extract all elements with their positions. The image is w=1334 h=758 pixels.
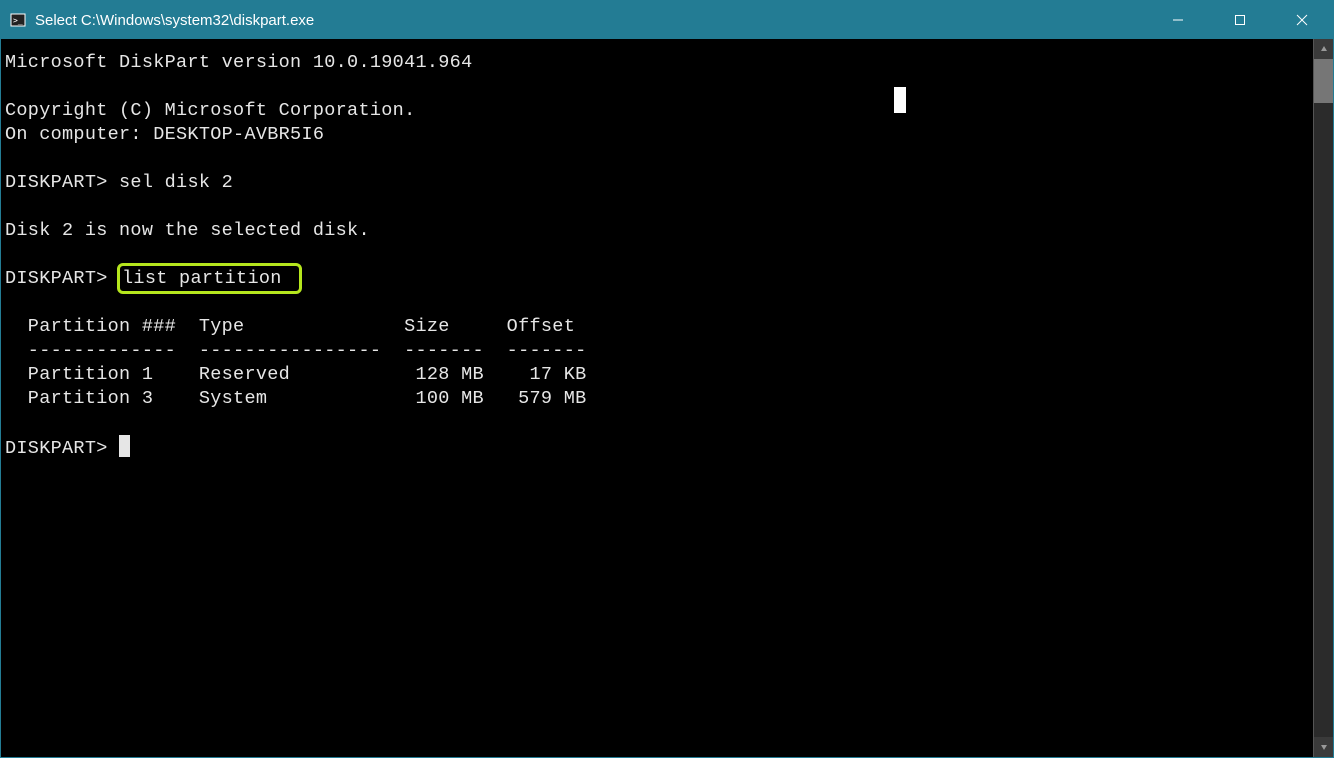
command-2: list partition (122, 268, 282, 289)
version-text: Microsoft DiskPart version 10.0.19041.96… (5, 52, 472, 73)
window-controls (1147, 1, 1333, 39)
console-window: >_ Select C:\Windows\system32\diskpart.e… (0, 0, 1334, 758)
svg-text:>_: >_ (13, 16, 23, 25)
scroll-track[interactable] (1314, 59, 1333, 737)
text-cursor (119, 435, 130, 457)
highlighted-command: list partition (117, 263, 302, 294)
result-1: Disk 2 is now the selected disk. (5, 220, 370, 241)
computer-text: On computer: DESKTOP-AVBR5I6 (5, 124, 324, 145)
prompt-text: DISKPART> (5, 268, 108, 289)
table-row: Partition 1 Reserved 128 MB 17 KB (5, 364, 587, 385)
titlebar[interactable]: >_ Select C:\Windows\system32\diskpart.e… (1, 1, 1333, 39)
table-row: Partition 3 System 100 MB 579 MB (5, 388, 587, 409)
app-icon: >_ (9, 11, 27, 29)
vertical-scrollbar[interactable] (1313, 39, 1333, 757)
prompt-text: DISKPART> (5, 172, 108, 193)
copyright-text: Copyright (C) Microsoft Corporation. (5, 100, 415, 121)
command-1: sel disk 2 (119, 172, 233, 193)
close-button[interactable] (1271, 1, 1333, 39)
scroll-thumb[interactable] (1314, 59, 1333, 103)
window-title: Select C:\Windows\system32\diskpart.exe (35, 12, 1147, 29)
maximize-button[interactable] (1209, 1, 1271, 39)
scroll-down-arrow[interactable] (1314, 737, 1333, 757)
table-header: Partition ### Type Size Offset (5, 316, 575, 337)
terminal-output[interactable]: Microsoft DiskPart version 10.0.19041.96… (1, 39, 1313, 757)
prompt-text: DISKPART> (5, 438, 108, 459)
table-divider: ------------- ---------------- ------- -… (5, 340, 587, 361)
scroll-up-arrow[interactable] (1314, 39, 1333, 59)
minimize-button[interactable] (1147, 1, 1209, 39)
selection-cursor (894, 87, 906, 113)
content-area: Microsoft DiskPart version 10.0.19041.96… (1, 39, 1333, 757)
